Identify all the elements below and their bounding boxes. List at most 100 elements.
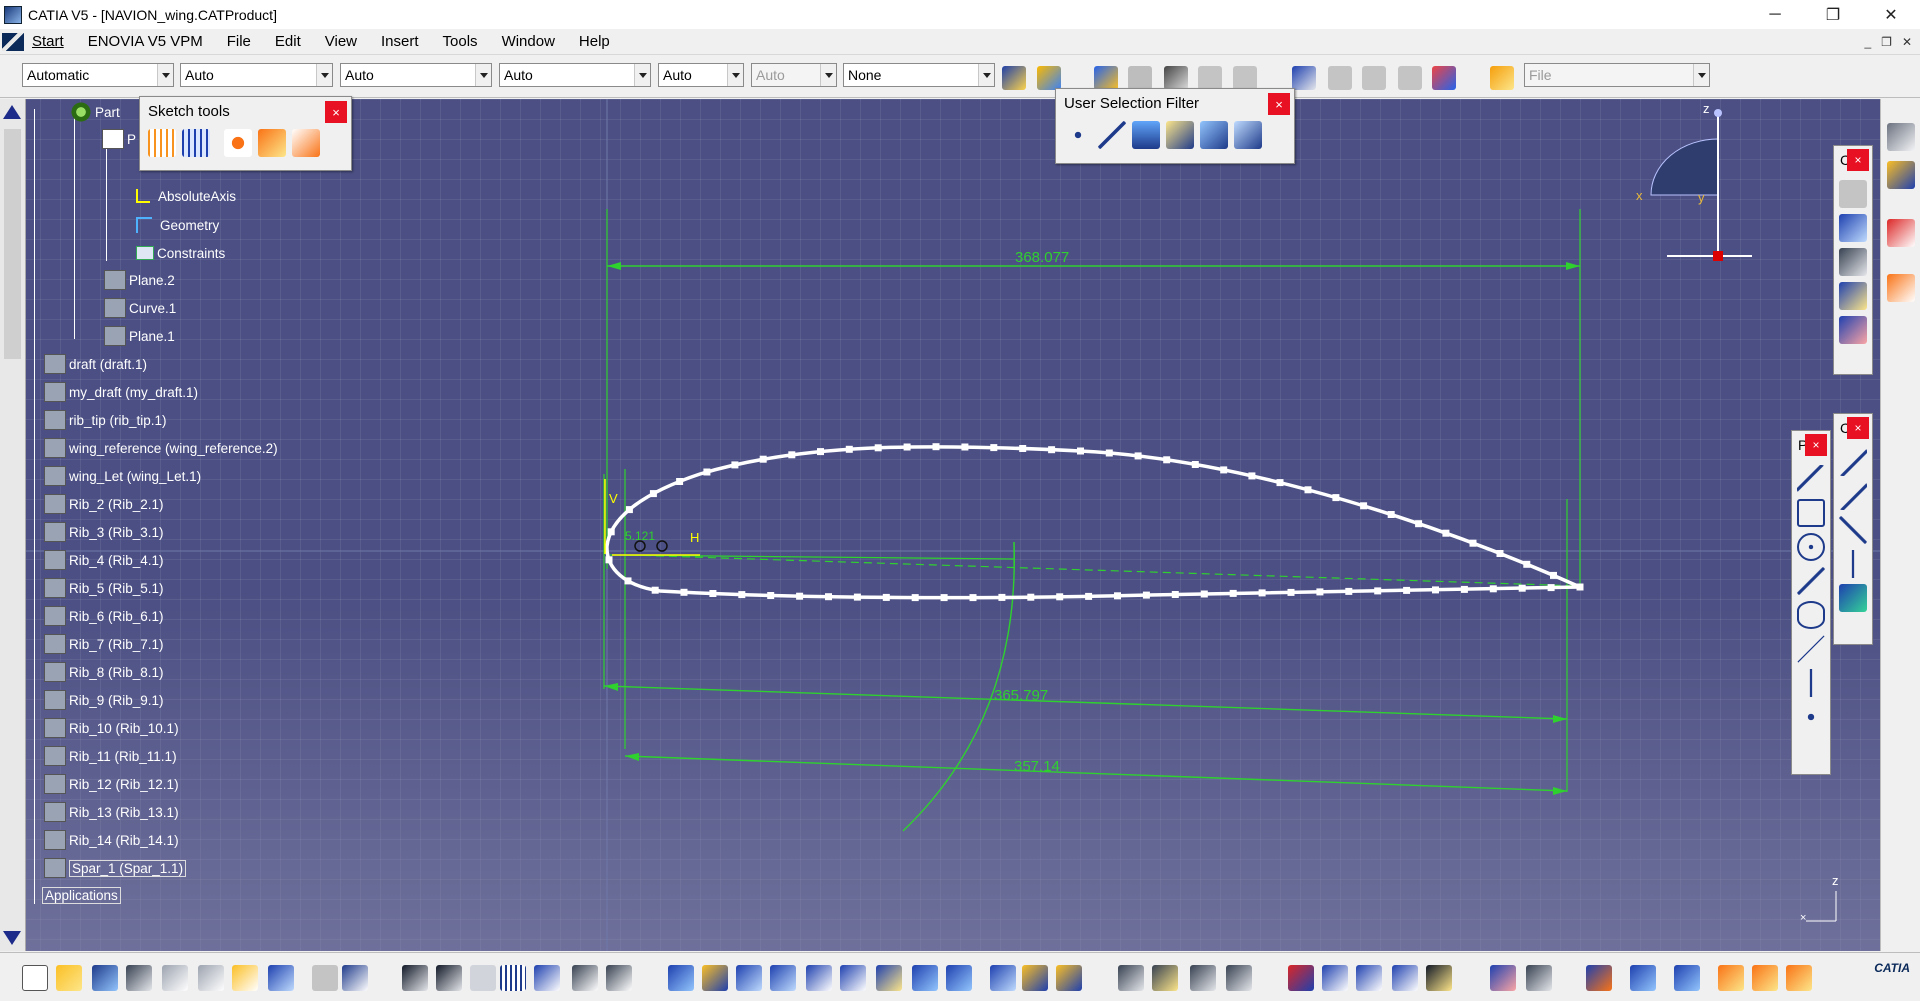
menu-insert[interactable]: Insert [381,33,433,50]
tree-item-rib-10[interactable]: Rib_10 (Rib_10.1) [44,717,179,739]
menu-tools[interactable]: Tools [443,33,492,50]
chevron-down-icon[interactable] [316,64,332,86]
cut-part-icon[interactable] [1674,965,1700,991]
tree-item-wing-reference[interactable]: wing_reference (wing_reference.2) [44,437,278,459]
line-thickness-combo[interactable]: Auto [340,63,492,87]
control-point[interactable] [1248,472,1256,480]
table-icon[interactable] [1292,66,1316,90]
control-point[interactable] [703,468,711,476]
undo-icon[interactable] [268,965,294,991]
volume-filter-icon[interactable] [1166,121,1194,149]
pan-icon[interactable] [736,965,762,991]
zoom-out-icon[interactable] [840,965,866,991]
point-symbol-combo[interactable]: Auto [658,63,744,87]
tree-item-draft[interactable]: draft (draft.1) [44,353,147,375]
linetype-combo[interactable]: Auto [499,63,651,87]
rectangle-icon[interactable] [1797,499,1825,527]
tree-item-curve1[interactable]: Curve.1 [104,297,176,319]
control-point[interactable] [1134,452,1142,460]
axis-line-icon[interactable] [1797,669,1825,697]
control-point[interactable] [1345,587,1353,595]
control-point[interactable] [1460,585,1468,593]
control-point[interactable] [649,490,657,498]
sketch-tools-close-button[interactable]: × [325,101,347,123]
control-point[interactable] [903,443,911,451]
control-point[interactable] [998,593,1006,601]
chevron-down-icon[interactable] [157,64,173,86]
control-point[interactable] [1142,591,1150,599]
transparency-combo[interactable]: Auto [180,63,333,87]
construction-element-icon[interactable] [224,129,252,157]
geometry-filter-icon[interactable] [1234,121,1262,149]
tree-item-rib-4[interactable]: Rib_4 (Rib_4.1) [44,549,164,571]
folder-open-icon[interactable] [1490,66,1514,90]
control-point[interactable] [817,448,824,456]
rendering-style-combo[interactable]: Auto [751,63,837,87]
control-point[interactable] [625,506,633,514]
control-point[interactable] [1191,461,1199,468]
painter-icon[interactable] [1002,66,1026,90]
control-point[interactable] [940,594,948,602]
control-point[interactable] [1048,446,1056,454]
tree-item-constraints[interactable]: Constraints [136,242,225,264]
airfoil-points[interactable] [605,443,1584,602]
control-point[interactable] [882,593,890,601]
product-select-icon[interactable] [1586,965,1612,991]
control-point[interactable] [1105,449,1113,457]
cut-icon[interactable] [162,965,188,991]
point-filter-icon[interactable] [1064,121,1092,149]
control-point[interactable] [969,594,977,602]
control-point[interactable] [1276,479,1284,487]
chevron-down-icon[interactable] [820,64,836,86]
layer-combo[interactable]: None [843,63,995,87]
workbench-icon[interactable] [1887,123,1915,151]
control-point[interactable] [1114,592,1121,600]
normal-view-icon[interactable] [876,965,902,991]
control-point[interactable] [1496,550,1504,557]
exit-workbench-icon[interactable] [1887,161,1915,189]
tree-scrollbar[interactable] [0,99,26,951]
control-point[interactable] [932,443,940,451]
animate-icon[interactable] [1786,965,1812,991]
menu-help[interactable]: Help [579,33,624,50]
control-point[interactable] [607,528,615,536]
tree-item-rib-14[interactable]: Rib_14 (Rib_14.1) [44,829,179,851]
tree-item-geometry[interactable]: Geometry [136,214,219,236]
control-point[interactable] [731,461,739,469]
control-point[interactable] [825,593,832,601]
fly-mode-icon[interactable] [668,965,694,991]
project-3d-icon[interactable] [1839,584,1867,612]
new-icon[interactable] [22,965,48,991]
surface-filter-icon[interactable] [1132,121,1160,149]
snap-to-point-icon[interactable] [182,129,210,157]
whats-this-icon[interactable] [342,965,368,991]
control-point[interactable] [1360,502,1368,510]
point-icon[interactable] [1797,703,1825,731]
knowledge-icon[interactable] [1094,66,1118,90]
scroll-up-icon[interactable] [3,105,21,119]
file-combo[interactable]: File [1524,63,1710,87]
tree-item-applications[interactable]: Applications [42,884,121,906]
line-icon[interactable] [1797,635,1825,663]
control-point[interactable] [1220,466,1228,474]
control-point[interactable] [1442,529,1450,537]
align-icon[interactable] [1356,965,1382,991]
circle-icon[interactable] [1797,533,1825,561]
mechanism-icon[interactable] [1152,965,1178,991]
catalog-icon[interactable] [1164,66,1188,90]
tree-item-plane1[interactable]: Plane.1 [104,325,175,347]
chamfer-icon[interactable] [1839,482,1867,510]
menu-view[interactable]: View [325,33,371,50]
tree-icon[interactable] [534,965,560,991]
control-point[interactable] [709,590,717,597]
control-point[interactable] [911,594,919,602]
control-point[interactable] [1316,588,1324,596]
menu-window[interactable]: Window [502,33,569,50]
tree-item-rib-12[interactable]: Rib_12 (Rib_12.1) [44,773,179,795]
animate-constraint-icon[interactable] [1839,282,1867,310]
comment-icon[interactable] [436,965,462,991]
tree-item-rib-8[interactable]: Rib_8 (Rib_8.1) [44,661,164,683]
mirror-icon[interactable] [1839,550,1867,578]
menu-file[interactable]: File [227,33,265,50]
mdi-minimize-button[interactable]: _ [1864,29,1871,55]
